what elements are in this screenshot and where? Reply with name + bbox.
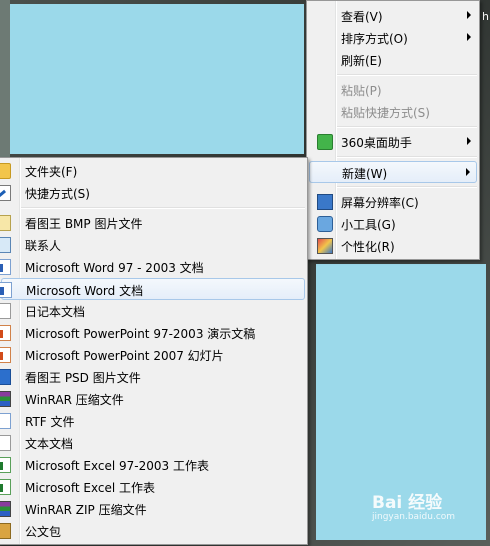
menu-item-label: Microsoft PowerPoint 97-2003 演示文稿 [25,327,256,341]
menu-item-view[interactable]: 查看(V) [309,5,477,27]
menu-item-label: 新建(W) [342,167,388,181]
desktop-wallpaper-strip [0,0,10,160]
winrar-zip-icon [0,501,11,517]
menu-item-paste-shortcut[interactable]: 粘贴快捷方式(S) [309,101,477,123]
psd-file-icon [0,369,11,385]
menu-item-label: 联系人 [25,239,62,253]
screen-resolution-icon [317,194,333,210]
menu-item-label: 刷新(E) [341,54,382,68]
360-desktop-icon [317,134,333,150]
menu-item-label: 屏幕分辨率(C) [341,196,419,210]
new-item-contact[interactable]: 联系人 [0,234,305,256]
new-item-winrar[interactable]: WinRAR 压缩文件 [0,388,305,410]
watermark-logo: Bai 经验 [372,493,443,513]
menu-separator [21,207,305,209]
menu-item-label: 粘贴快捷方式(S) [341,106,430,120]
bmp-file-icon [0,215,11,231]
word-doc-icon [0,282,12,298]
shortcut-icon [0,185,11,201]
menu-item-label: 文件夹(F) [25,165,78,179]
menu-item-label: 看图王 BMP 图片文件 [25,217,143,231]
journal-doc-icon [0,303,11,319]
new-item-briefcase[interactable]: 公文包 [0,520,305,542]
menu-item-label: Microsoft PowerPoint 2007 幻灯片 [25,349,224,363]
menu-item-label: 查看(V) [341,10,383,24]
new-item-folder[interactable]: 文件夹(F) [0,160,305,182]
menu-item-paste[interactable]: 粘贴(P) [309,79,477,101]
menu-item-label: 粘贴(P) [341,84,382,98]
briefcase-icon [0,523,11,539]
menu-item-label: Microsoft Word 文档 [26,284,144,298]
new-item-winrar-zip[interactable]: WinRAR ZIP 压缩文件 [0,498,305,520]
menu-item-label: Microsoft Excel 97-2003 工作表 [25,459,209,473]
menu-item-label: 看图王 PSD 图片文件 [25,371,141,385]
menu-item-label: 日记本文档 [25,305,86,319]
new-item-excel-97-2003[interactable]: Microsoft Excel 97-2003 工作表 [0,454,305,476]
desktop-context-menu: 查看(V) 排序方式(O) 刷新(E) 粘贴(P) 粘贴快捷方式(S) 360桌… [306,0,480,260]
submenu-arrow-icon [467,137,471,145]
new-item-bmp-image[interactable]: 看图王 BMP 图片文件 [0,212,305,234]
menu-item-label: WinRAR ZIP 压缩文件 [25,503,147,517]
excel-icon [0,479,11,495]
new-item-journal[interactable]: 日记本文档 [0,300,305,322]
new-item-psd-image[interactable]: 看图王 PSD 图片文件 [0,366,305,388]
powerpoint-icon [0,347,11,363]
redacted-area-top-left [10,4,304,154]
menu-separator [337,156,477,158]
menu-item-new[interactable]: 新建(W) [309,161,477,183]
new-item-shortcut[interactable]: 快捷方式(S) [0,182,305,204]
gadgets-icon [317,216,333,232]
menu-item-label: RTF 文件 [25,415,75,429]
submenu-arrow-icon [467,11,471,19]
submenu-arrow-icon [467,33,471,41]
menu-separator [337,126,477,128]
menu-item-label: Microsoft Excel 工作表 [25,481,156,495]
watermark-url: jingyan.baidu.com [372,512,456,522]
menu-item-label: 文本文档 [25,437,74,451]
rtf-file-icon [0,413,11,429]
menu-item-personalize[interactable]: 个性化(R) [309,235,477,257]
text-doc-icon [0,435,11,451]
menu-item-label: Microsoft Word 97 - 2003 文档 [25,261,204,275]
new-item-excel[interactable]: Microsoft Excel 工作表 [0,476,305,498]
excel-icon [0,457,11,473]
menu-item-label: 小工具(G) [341,218,396,232]
contact-icon [0,237,11,253]
new-item-word-doc[interactable]: Microsoft Word 文档 [0,278,305,300]
word-doc-icon [0,259,11,275]
new-item-text-doc[interactable]: 文本文档 [0,432,305,454]
menu-item-label: 排序方式(O) [341,32,408,46]
winrar-icon [0,391,11,407]
new-item-ppt-97-2003[interactable]: Microsoft PowerPoint 97-2003 演示文稿 [0,322,305,344]
new-submenu: 文件夹(F) 快捷方式(S) 看图王 BMP 图片文件 联系人 Microsof… [0,157,308,545]
powerpoint-icon [0,325,11,341]
menu-separator [337,186,477,188]
menu-separator [337,74,477,76]
new-item-rtf[interactable]: RTF 文件 [0,410,305,432]
menu-item-label: 快捷方式(S) [25,187,90,201]
new-item-word-97-2003[interactable]: Microsoft Word 97 - 2003 文档 [0,256,305,278]
personalize-icon [317,238,333,254]
desktop-corner-text: h [482,10,489,23]
menu-item-360-desktop-assistant[interactable]: 360桌面助手 [309,131,477,153]
menu-item-label: 360桌面助手 [341,136,412,150]
menu-item-label: 个性化(R) [341,240,395,254]
folder-icon [0,163,11,179]
menu-item-label: 公文包 [25,525,62,539]
submenu-arrow-icon [466,168,470,176]
menu-item-gadgets[interactable]: 小工具(G) [309,213,477,235]
new-item-ppt-2007[interactable]: Microsoft PowerPoint 2007 幻灯片 [0,344,305,366]
menu-item-refresh[interactable]: 刷新(E) [309,49,477,71]
menu-item-sort-by[interactable]: 排序方式(O) [309,27,477,49]
menu-item-label: WinRAR 压缩文件 [25,393,124,407]
menu-item-screen-resolution[interactable]: 屏幕分辨率(C) [309,191,477,213]
